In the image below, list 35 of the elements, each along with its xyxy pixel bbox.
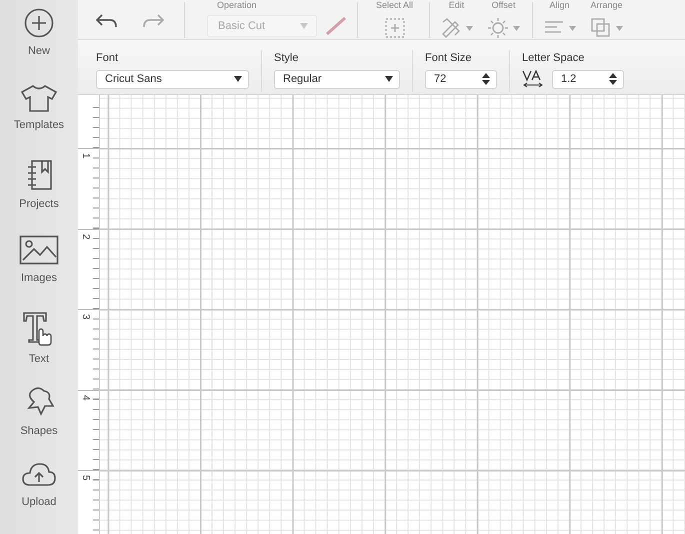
sidebar-item[interactable]: Images [0,230,78,306]
caret-icon [234,76,242,82]
field-label: Style [274,51,300,66]
ruler-number: 5 [80,475,90,483]
layers-icon [590,17,612,39]
sidebar-item[interactable]: Upload [0,457,78,532]
sidebar-item[interactable]: Templates [0,80,78,155]
caret-icon [569,26,576,30]
caret-icon [385,76,393,82]
sidebar-item[interactable]: Projects [0,155,78,230]
pen-color-icon[interactable] [325,16,347,36]
dropdown[interactable]: Cricut Sans [96,70,249,88]
stepper-icon [609,72,617,86]
operation-label: Operation [217,1,258,10]
ruler-number: 3 [80,314,90,322]
caret-icon [300,23,308,29]
field-label: Letter Space [522,51,586,66]
caret-icon [616,26,624,30]
ruler-number: 1 [80,153,90,161]
select-all-icon [384,17,406,39]
sidebar-item[interactable]: Shapes [0,382,78,457]
sun-outline-icon [487,17,510,39]
number-field[interactable]: 1.2 [552,70,624,88]
letter-spacing-icon [522,70,544,88]
sidebar-item[interactable]: Text [0,306,78,382]
caret-icon [513,26,520,30]
field-label: Font Size [425,51,472,66]
dropdown[interactable]: Regular [274,70,400,88]
field-label: Font [96,51,120,66]
ruler-number: 2 [80,234,90,242]
ruler-number: 4 [80,394,90,402]
stepper-icon [482,72,490,86]
caret-icon [466,26,474,30]
number-field[interactable]: 72 [425,70,497,88]
sidebar-item[interactable]: New [0,4,78,80]
